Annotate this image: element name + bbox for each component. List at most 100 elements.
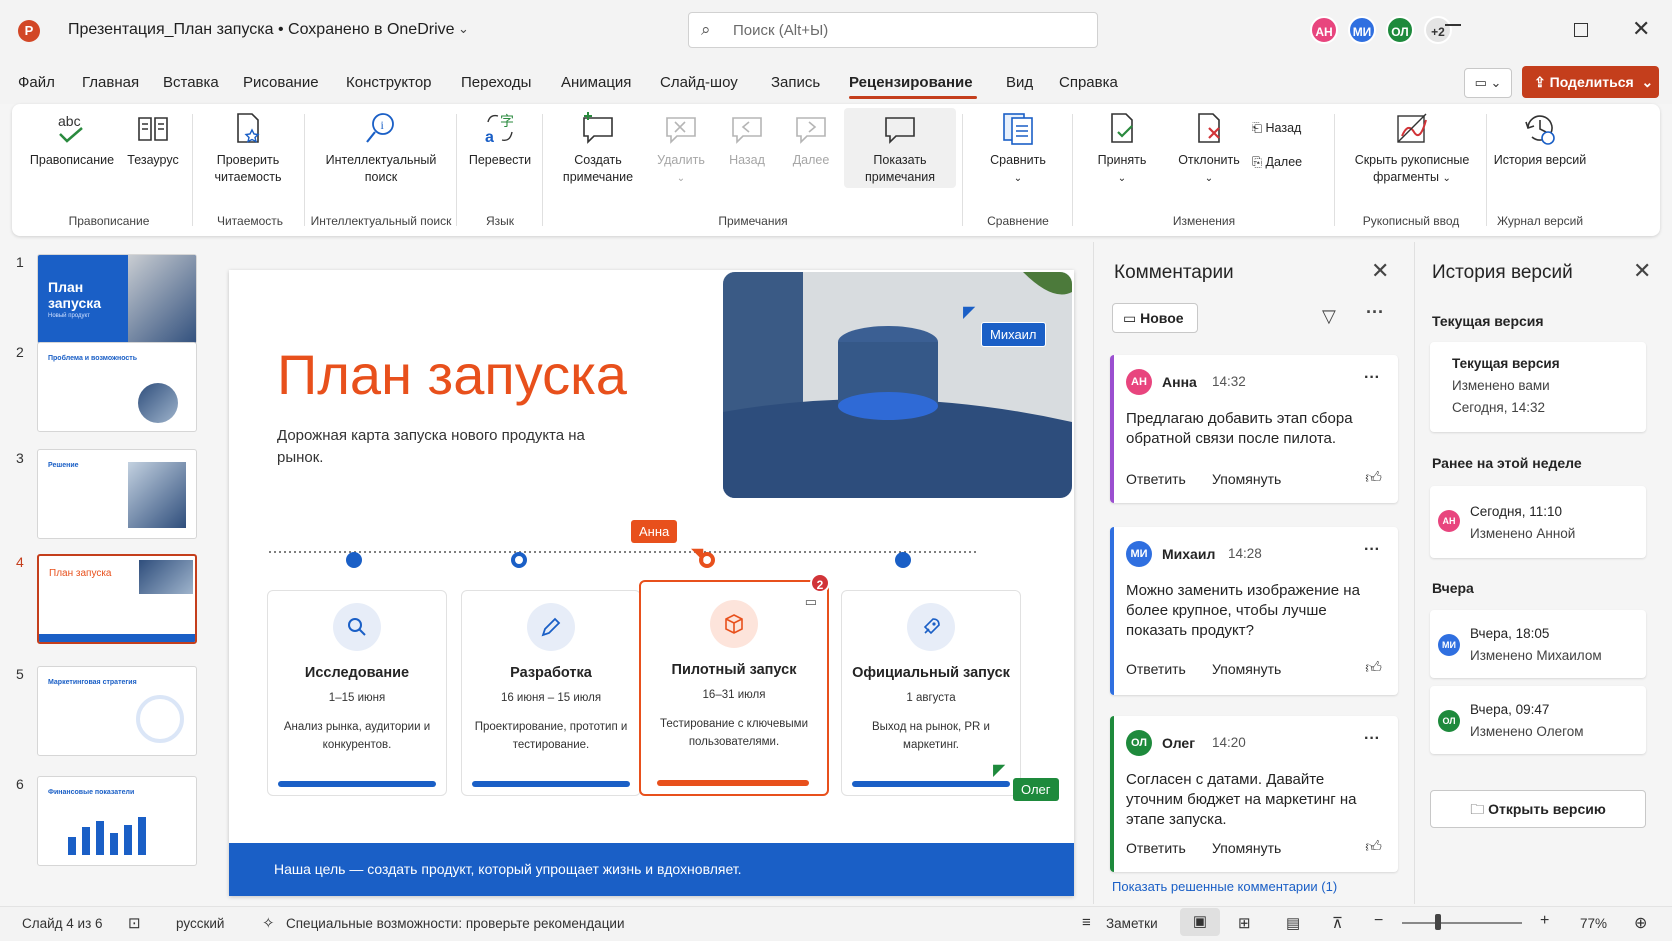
slide-thumbnail[interactable]: Финансовые показатели (37, 776, 197, 866)
like-icon[interactable]: 👍︎ (1365, 838, 1382, 857)
tab-file[interactable]: Файл (18, 74, 55, 91)
translate-button[interactable]: a字 Перевести (462, 110, 538, 169)
slide-thumbnail[interactable]: План запуска Новый продукт (37, 254, 197, 344)
tab-record[interactable]: Запись (771, 74, 820, 91)
reply-link[interactable]: Ответить (1126, 840, 1186, 856)
spellcheck-icon[interactable]: ⊡ (128, 914, 141, 932)
tab-insert[interactable]: Вставка (163, 74, 219, 91)
version-time: Сегодня, 11:10 (1470, 504, 1563, 519)
zoom-in-icon[interactable]: + (1540, 912, 1549, 930)
comment-card[interactable]: ОЛ Олег 14:20 ··· Согласен с датами. Дав… (1110, 716, 1398, 872)
more-collaborators-badge[interactable]: +2 (1424, 16, 1452, 44)
more-options-icon[interactable]: ··· (1364, 369, 1380, 387)
new-comment-button[interactable]: Создать примечание (552, 110, 644, 186)
tab-draw[interactable]: Рисование (243, 74, 319, 91)
maximize-icon[interactable] (1574, 23, 1588, 37)
spelling-button[interactable]: abc Правописание (24, 110, 120, 169)
version-card-current[interactable]: Текущая версия Изменено вами Сегодня, 14… (1430, 342, 1646, 432)
document-title[interactable]: Презентация_План запуска • Сохранено в O… (68, 21, 455, 39)
tab-animations[interactable]: Анимация (561, 74, 631, 91)
stage-card-selected[interactable]: Пилотный запуск 16–31 июля Тестирование … (639, 580, 829, 796)
notes-button[interactable]: Заметки (1106, 916, 1158, 931)
comment-card[interactable]: МИ Михаил 14:28 ··· Можно заменить изобр… (1110, 527, 1398, 695)
zoom-out-icon[interactable]: − (1374, 912, 1383, 930)
like-icon[interactable]: 👍︎ (1365, 469, 1382, 488)
product-image[interactable] (723, 272, 1072, 498)
stage-card[interactable]: Разработка 16 июня – 15 июля Проектирова… (461, 590, 641, 796)
open-version-button[interactable]: 🗀 Открыть версию (1430, 790, 1646, 828)
tab-review[interactable]: Рецензирование (849, 74, 973, 91)
slide-canvas[interactable]: План запуска Дорожная карта запуска ново… (229, 270, 1074, 896)
slide-thumbnail[interactable]: Маркетинговая стратегия (37, 666, 197, 756)
tab-home[interactable]: Главная (82, 74, 139, 91)
accessibility-status[interactable]: Специальные возможности: проверьте реком… (286, 916, 625, 931)
thesaurus-button[interactable]: Тезаурус (118, 110, 188, 169)
tab-help[interactable]: Справка (1059, 74, 1118, 91)
language-indicator[interactable]: русский (176, 916, 224, 931)
search-box[interactable]: ⌕ Поиск (Alt+Ы) (688, 12, 1098, 48)
reject-button[interactable]: Отклонить ⌄ (1164, 110, 1254, 187)
mention-link[interactable]: Упомянуть (1212, 840, 1281, 856)
minimize-icon[interactable] (1445, 24, 1461, 26)
mention-link[interactable]: Упомянуть (1212, 661, 1281, 677)
version-history-button[interactable]: История версий (1490, 110, 1590, 169)
smart-lookup-button[interactable]: i Интеллектуальный поиск (310, 110, 452, 186)
cursor-tag-mikhail: Михаил (981, 322, 1046, 347)
more-options-icon[interactable]: ··· (1364, 730, 1380, 748)
zoom-slider-thumb[interactable] (1435, 914, 1441, 930)
share-button[interactable]: ⇪ Поделиться ⌄ (1522, 66, 1659, 98)
tab-slideshow[interactable]: Слайд-шоу (660, 74, 738, 91)
more-options-icon[interactable]: ··· (1364, 541, 1380, 559)
zoom-slider-track[interactable] (1402, 922, 1522, 924)
previous-comment-button[interactable]: Назад (714, 110, 780, 169)
version-card[interactable]: ОЛ Вчера, 09:47 Изменено Олегом (1430, 686, 1646, 754)
mention-link[interactable]: Упомянуть (1212, 471, 1281, 487)
reply-link[interactable]: Ответить (1126, 471, 1186, 487)
changes-previous-button[interactable]: ⎗ Назад (1252, 120, 1322, 137)
reply-link[interactable]: Ответить (1126, 661, 1186, 677)
compare-button[interactable]: Сравнить ⌄ (970, 110, 1066, 187)
close-icon[interactable]: ✕ (1632, 16, 1650, 42)
more-options-icon[interactable]: ··· (1366, 302, 1384, 323)
avatar[interactable]: АН (1310, 16, 1338, 44)
comment-card[interactable]: АН Анна 14:32 ··· Предлагаю добавить эта… (1110, 355, 1398, 503)
check-readability-button[interactable]: Проверить читаемость (196, 110, 300, 186)
tab-view[interactable]: Вид (1006, 74, 1033, 91)
fit-to-window-icon[interactable]: ⊕ (1634, 913, 1647, 933)
chevron-down-icon[interactable]: ⌄ (458, 21, 469, 37)
slide-thumbnail[interactable]: Решение (37, 449, 197, 539)
avatar[interactable]: МИ (1348, 16, 1376, 44)
avatar[interactable]: ОЛ (1386, 16, 1414, 44)
hide-ink-label: Скрыть рукописные фрагменты (1354, 153, 1470, 184)
slide-sorter-icon[interactable]: ⊞ (1238, 914, 1251, 932)
version-history-label: История версий (1493, 153, 1587, 167)
hide-ink-button[interactable]: Скрыть рукописные фрагменты ⌄ (1342, 110, 1482, 187)
slide-footer[interactable]: Наша цель — создать продукт, который упр… (229, 843, 1074, 896)
like-icon[interactable]: 👍︎ (1365, 659, 1382, 678)
reading-view-icon[interactable]: ▤ (1286, 914, 1300, 932)
zoom-level[interactable]: 77% (1580, 916, 1607, 931)
show-comments-button[interactable]: Показать примечания (844, 108, 956, 188)
show-resolved-comments-link[interactable]: Показать решенные комментарии (1) (1112, 879, 1337, 894)
accept-button[interactable]: Принять ⌄ (1080, 110, 1164, 187)
slide-thumbnail[interactable]: Проблема и возможность (37, 342, 197, 432)
new-comment-button[interactable]: ▭ Новое (1112, 303, 1198, 333)
comments-toggle-button[interactable]: ▭ ⌄ (1464, 68, 1512, 98)
filter-icon[interactable]: ▽ (1322, 306, 1336, 327)
slide-subtitle[interactable]: Дорожная карта запуска нового продукта н… (277, 425, 587, 469)
stage-card[interactable]: Исследование 1–15 июня Анализ рынка, ауд… (267, 590, 447, 796)
normal-view-icon[interactable]: ▣ (1180, 908, 1220, 936)
version-card[interactable]: АН Сегодня, 11:10 Изменено Анной (1430, 486, 1646, 558)
comment-indicator-icon[interactable]: ▭ (805, 594, 817, 610)
close-icon[interactable]: ✕ (1633, 258, 1651, 284)
next-comment-button[interactable]: Далее (778, 110, 844, 169)
tab-transitions[interactable]: Переходы (461, 74, 531, 91)
slide-thumbnail-selected[interactable]: План запуска (37, 554, 197, 644)
tab-design[interactable]: Конструктор (346, 74, 432, 91)
close-icon[interactable]: ✕ (1371, 258, 1389, 284)
slide-title[interactable]: План запуска (277, 342, 627, 407)
version-card[interactable]: МИ Вчера, 18:05 Изменено Михаилом (1430, 610, 1646, 678)
delete-comment-button[interactable]: Удалить ⌄ (648, 110, 714, 187)
slideshow-icon[interactable]: ⊼ (1332, 914, 1343, 932)
changes-next-button[interactable]: ⎘ Далее (1252, 154, 1322, 171)
